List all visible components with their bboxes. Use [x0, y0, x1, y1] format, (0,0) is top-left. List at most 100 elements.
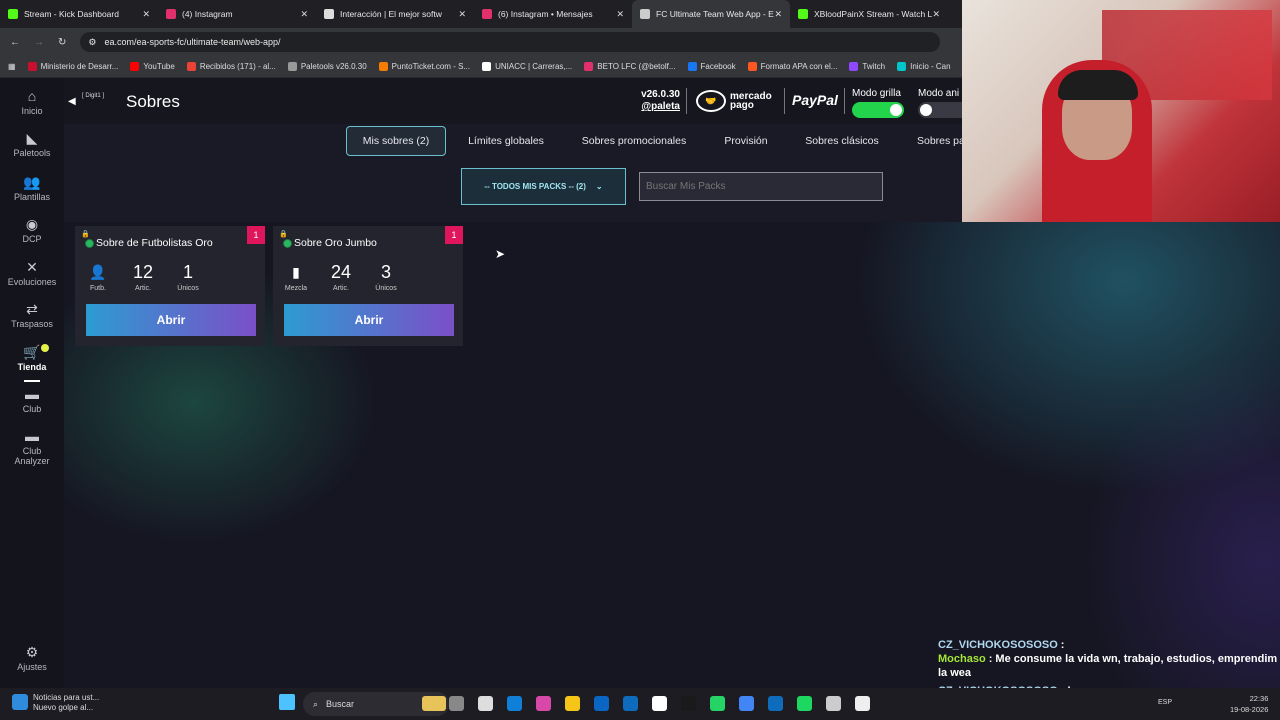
mercado-pago-link[interactable]: 🤝 mercado pago: [696, 88, 780, 114]
address-bar[interactable]: ⚙ ea.com/ea-sports-fc/ultimate-team/web-…: [80, 32, 941, 52]
bookmark-item[interactable]: Inicio - Can: [897, 62, 951, 71]
site-info-icon[interactable]: ⚙: [88, 37, 96, 48]
taskbar-search-placeholder: Buscar: [326, 699, 355, 709]
tab-label: FC Ultimate Team Web App - E: [656, 9, 774, 19]
vscode-icon[interactable]: [768, 696, 783, 711]
bookmark-item[interactable]: Recibidos (171) - al...: [186, 62, 276, 71]
sidebar-item-evoluciones[interactable]: ✕ Evoluciones: [0, 259, 64, 287]
bookmark-favicon-icon: [897, 62, 907, 71]
sidebar-item-ajustes[interactable]: ⚙ Ajustes: [0, 644, 64, 672]
sidebar-item-label: Club Analyzer: [14, 446, 50, 466]
spotify-icon[interactable]: [797, 696, 812, 711]
outlook-icon[interactable]: [623, 696, 638, 711]
bookmark-item[interactable]: UNIACC | Carreras,...: [482, 62, 572, 71]
language-indicator[interactable]: ESP: [1158, 699, 1172, 706]
tab-label: Stream - Kick Dashboard: [24, 9, 119, 19]
store-icon: 🛒: [23, 344, 41, 360]
tiktok-icon[interactable]: [681, 696, 696, 711]
pack-stat: 3 Únicos: [366, 261, 406, 292]
sidebar-item-label: Ajustes: [17, 662, 47, 672]
anim-mode-toggle[interactable]: [918, 102, 962, 118]
browser-tab[interactable]: Stream - Kick Dashboard ✕: [0, 0, 158, 28]
packs-filter-select[interactable]: -- TODOS MIS PACKS -- (2) ⌄: [461, 168, 626, 205]
gear-icon: ⚙: [25, 644, 39, 660]
bookmark-item[interactable]: Formato APA con el...: [747, 62, 837, 71]
tab-mis-sobres-2[interactable]: Mis sobres (2): [346, 126, 446, 156]
grid-mode-toggle[interactable]: [852, 102, 904, 118]
windows-start-icon[interactable]: [279, 694, 295, 710]
tab-sobres-clásicos[interactable]: Sobres clásicos: [796, 126, 888, 156]
close-icon[interactable]: ✕: [774, 9, 782, 20]
browser-tab[interactable]: XBloodPainX Stream - Watch L ✕: [790, 0, 948, 28]
bookmark-item[interactable]: PuntoTicket.com - S...: [378, 62, 470, 71]
bookmark-favicon-icon: [27, 62, 37, 71]
close-icon[interactable]: ✕: [932, 9, 940, 20]
sidebar-item-paletools[interactable]: ◣ Paletools: [0, 130, 64, 158]
sidebar-item-plantillas[interactable]: 👥 Plantillas: [0, 174, 64, 202]
browser-tab[interactable]: Interacción | El mejor softw ✕: [316, 0, 474, 28]
news-widget[interactable]: Noticias para ust... Nuevo golpe al...: [33, 693, 99, 713]
tab-sobres-promocionales[interactable]: Sobres promocionales: [570, 126, 698, 156]
close-icon[interactable]: ✕: [142, 9, 150, 20]
apps-icon[interactable]: ▦: [8, 62, 16, 71]
forward-icon[interactable]: →: [34, 37, 44, 48]
clock[interactable]: 22:36 19-08-2026: [1230, 693, 1268, 715]
open-pack-button[interactable]: Abrir: [284, 304, 454, 336]
tab-provisión[interactable]: Provisión: [714, 126, 778, 156]
bookmark-item[interactable]: YouTube: [130, 62, 175, 71]
browser-tab[interactable]: FC Ultimate Team Web App - E ✕: [632, 0, 790, 28]
search-packs-input[interactable]: [639, 172, 883, 201]
pack-card: 🔒 1 Sobre de Futbolistas Oro 👤 Futb. 12 Artic.…: [75, 226, 265, 346]
sidebar-item-dcp[interactable]: ◉ DCP: [0, 216, 64, 244]
bookmark-label: UNIACC | Carreras,...: [495, 62, 573, 71]
tab-límites-globales[interactable]: Límites globales: [458, 126, 554, 156]
pack-title: Sobre Oro Jumbo: [283, 237, 377, 249]
sidebar: ⌂ Inicio ◣ Paletools 👥 Plantillas ◉ DCP ✕ Evoluci…: [0, 78, 64, 688]
browser-tab[interactable]: (6) Instagram • Mensajes ✕: [474, 0, 632, 28]
player-icon: 👤: [89, 264, 107, 280]
obs-icon[interactable]: [652, 696, 667, 711]
app-icon[interactable]: [826, 696, 841, 711]
notepad-icon[interactable]: [855, 696, 870, 711]
paletools-version[interactable]: v26.0.30 @paleta: [630, 89, 680, 113]
back-arrow-icon[interactable]: ◀: [68, 96, 76, 107]
sidebar-item-traspasos[interactable]: ⇄ Traspasos: [0, 301, 64, 329]
sidebar-item-label: Tienda: [17, 362, 47, 372]
capcut-icon[interactable]: [478, 696, 493, 711]
paypal-link[interactable]: PayPal: [792, 92, 838, 108]
close-icon[interactable]: ✕: [616, 9, 624, 20]
close-icon[interactable]: ✕: [458, 9, 466, 20]
back-icon[interactable]: ←: [10, 37, 20, 48]
task-view-icon[interactable]: [449, 696, 464, 711]
bookmark-item[interactable]: Facebook: [687, 62, 736, 71]
close-icon[interactable]: ✕: [300, 9, 308, 20]
chrome-icon[interactable]: [739, 696, 754, 711]
bookmark-label: Recibidos (171) - al...: [199, 62, 276, 71]
sidebar-item-tienda[interactable]: 🛒 Tienda: [0, 344, 64, 382]
open-pack-button[interactable]: Abrir: [86, 304, 256, 336]
bookmark-item[interactable]: BETO LFC (@betolf...: [584, 62, 676, 71]
copilot-icon[interactable]: [536, 696, 551, 711]
home-icon: ⌂: [27, 88, 37, 104]
browser-tab[interactable]: (4) Instagram ✕: [158, 0, 316, 28]
sidebar-item-club[interactable]: ▬ Club: [0, 386, 64, 414]
file-explorer-icon[interactable]: [565, 696, 580, 711]
tab-sobres-pa[interactable]: Sobres pa: [906, 126, 962, 156]
store-icon[interactable]: [594, 696, 609, 711]
reload-icon[interactable]: ↻: [58, 37, 66, 48]
bookmark-item[interactable]: Paletools v26.0.30: [287, 62, 367, 71]
pack-stat-value: 24: [330, 262, 352, 282]
whatsapp-icon[interactable]: [710, 696, 725, 711]
pack-stat-label: Futb.: [90, 285, 106, 292]
widget-icon[interactable]: [422, 696, 446, 711]
pack-title-text: Sobre Oro Jumbo: [294, 237, 377, 249]
pack-count-badge: 1: [247, 226, 265, 244]
bookmark-item[interactable]: Ministerio de Desarr...: [27, 62, 118, 71]
author-link[interactable]: @paleta: [630, 101, 680, 113]
sidebar-item-inicio[interactable]: ⌂ Inicio: [0, 88, 64, 116]
bookmark-item[interactable]: Twitch: [849, 62, 885, 71]
bookmark-favicon-icon: [849, 62, 859, 71]
tab-favicon-icon: [482, 9, 492, 19]
sidebar-item-club-analyzer[interactable]: ▬ Club Analyzer: [0, 428, 64, 466]
edge-icon[interactable]: [507, 696, 522, 711]
